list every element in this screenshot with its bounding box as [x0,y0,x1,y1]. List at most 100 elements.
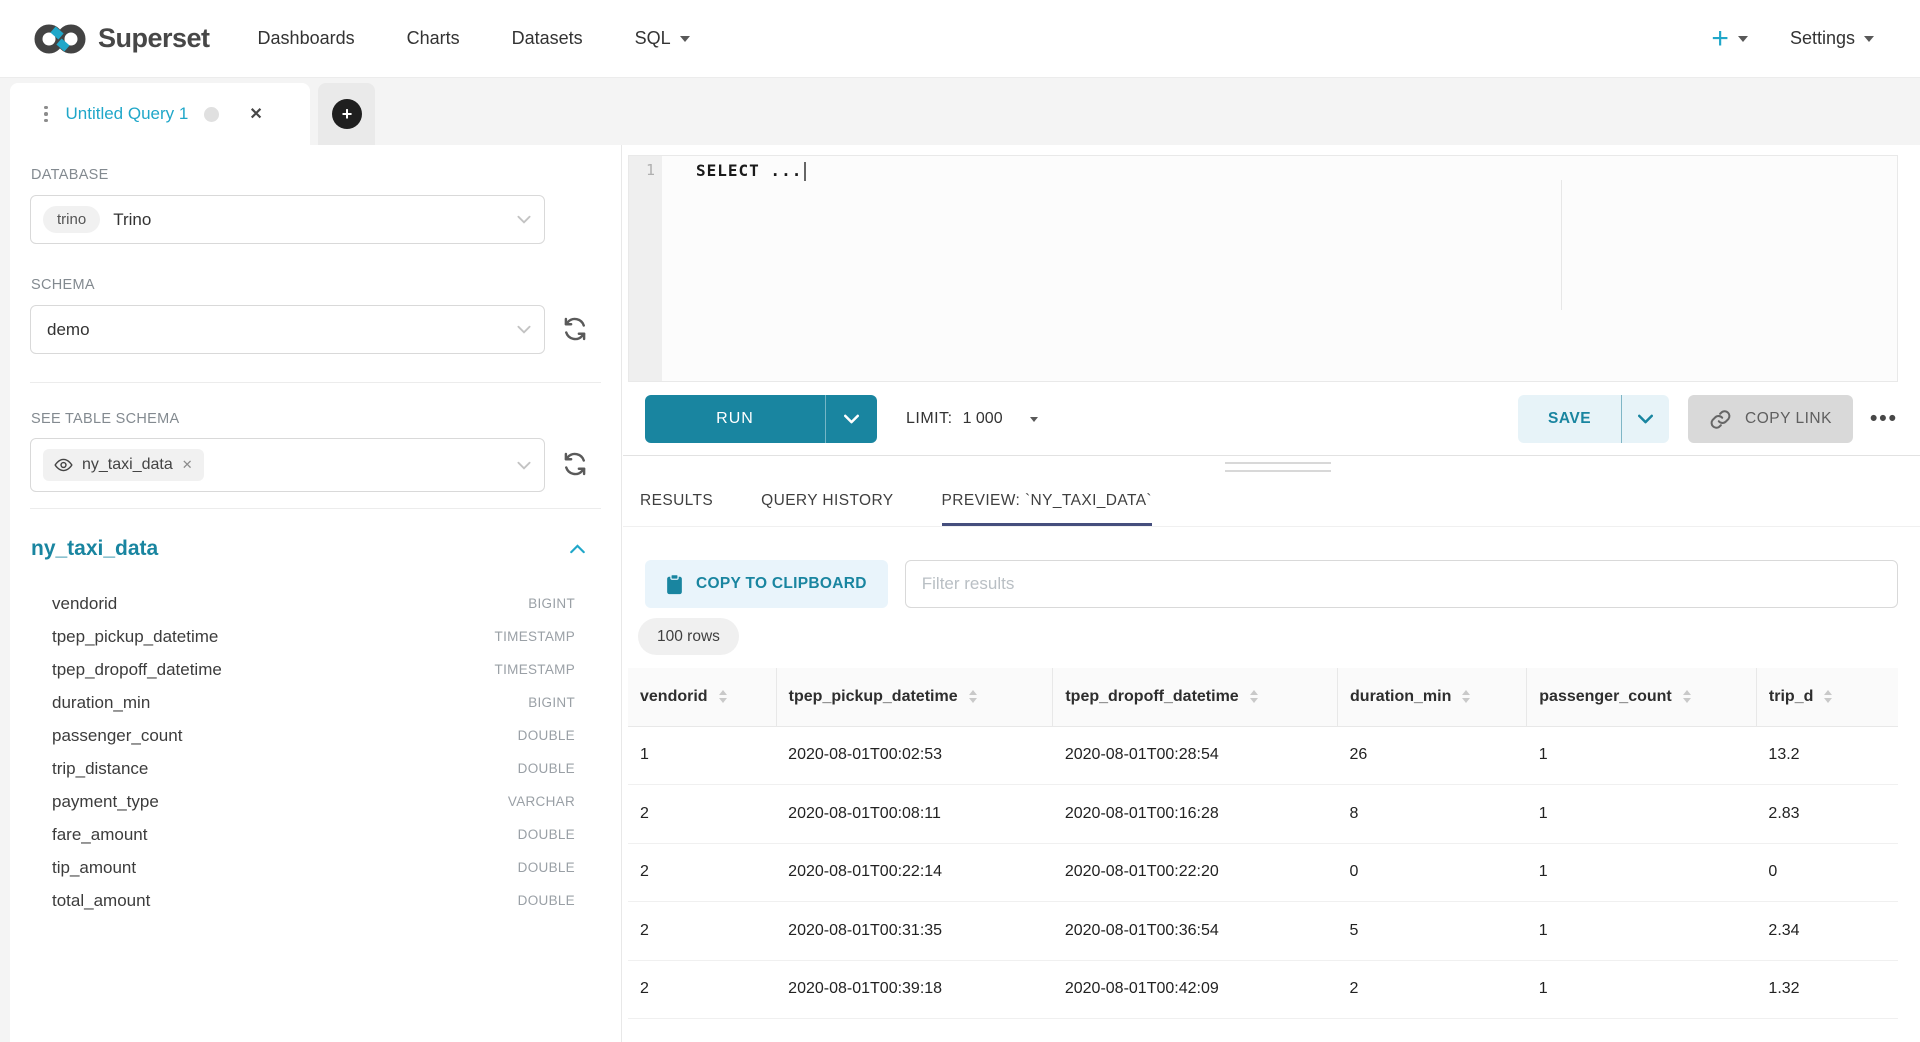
table-row[interactable]: 22020-08-01T00:31:352020-08-01T00:36:545… [628,902,1898,961]
column-type: DOUBLE [518,893,575,908]
column-name: passenger_count [52,726,182,746]
sort-icon[interactable] [1462,690,1470,703]
drag-handle-icon[interactable] [44,106,48,123]
new-query-tab-button[interactable]: + [332,99,362,129]
editor-toolbar: RUN LIMIT: 1 000 SAVE [645,395,1898,443]
copy-link-button[interactable]: COPY LINK [1688,395,1853,443]
table-row[interactable]: 22020-08-01T00:39:182020-08-01T00:42:092… [628,960,1898,1019]
sort-icon[interactable] [719,690,727,703]
table-tag-label: ny_taxi_data [82,456,173,474]
table-cell: 2020-08-01T00:31:35 [776,902,1053,961]
new-item-button[interactable]: + [1711,24,1748,54]
schema-columns-list: vendoridBIGINTtpep_pickup_datetimeTIMEST… [10,587,621,917]
table-row[interactable]: 22020-08-01T00:08:112020-08-01T00:16:288… [628,785,1898,844]
eye-icon [54,458,73,472]
remove-table-icon[interactable]: ✕ [182,457,193,473]
schema-column-row[interactable]: tpep_dropoff_datetimeTIMESTAMP [10,653,621,686]
limit-dropdown[interactable]: LIMIT: 1 000 [906,410,1038,428]
brand-name: Superset [98,23,210,54]
superset-logo[interactable]: Superset [0,22,210,56]
table-cell: 2 [628,785,776,844]
plus-icon: + [1711,24,1729,54]
chevron-up-icon[interactable] [570,544,585,554]
table-row[interactable]: 22020-08-01T00:22:142020-08-01T00:22:200… [628,843,1898,902]
column-name: payment_type [52,792,159,812]
copy-to-clipboard-button[interactable]: COPY TO CLIPBOARD [645,560,888,608]
filter-results-input[interactable] [905,560,1898,608]
schema-column-row[interactable]: fare_amountDOUBLE [10,818,621,851]
table-cell: 1.32 [1756,960,1898,1019]
run-button-label[interactable]: RUN [645,395,825,443]
column-header-passenger_count[interactable]: passenger_count [1527,668,1757,726]
nav-item-dashboards[interactable]: Dashboards [258,28,355,49]
database-select[interactable]: trino Trino [30,195,545,244]
nav-item-label: Datasets [512,28,583,49]
run-button[interactable]: RUN [645,395,877,443]
chevron-down-icon [1638,414,1653,424]
settings-label: Settings [1790,28,1855,49]
schema-select[interactable]: demo [30,305,545,354]
sql-lab-main: 1 SELECT ... RUN LIMIT: 1 000 SAVE [623,145,1920,1042]
more-options-icon[interactable]: ••• [1870,407,1898,431]
column-header-trip_d[interactable]: trip_d [1756,668,1898,726]
table-name-heading[interactable]: ny_taxi_data [31,537,158,561]
caret-up-icon [1824,690,1832,695]
results-tab-label: RESULTS [640,492,713,510]
chevron-down-icon [517,325,531,334]
table-cell: 2.83 [1756,785,1898,844]
sort-icon[interactable] [1250,690,1258,703]
database-type-badge: trino [43,206,100,233]
sort-icon[interactable] [1683,690,1691,703]
refresh-table-schema-icon[interactable] [561,450,591,480]
refresh-schema-icon[interactable] [561,315,591,345]
sql-code-line[interactable]: SELECT ... [662,161,806,181]
nav-item-datasets[interactable]: Datasets [512,28,583,49]
column-name: tpep_pickup_datetime [52,627,218,647]
column-header-inner: tpep_dropoff_datetime [1065,688,1337,706]
caret-up-icon [969,690,977,695]
schema-column-row[interactable]: payment_typeVARCHAR [10,785,621,818]
save-button[interactable]: SAVE [1518,395,1669,443]
schema-column-row[interactable]: tpep_pickup_datetimeTIMESTAMP [10,620,621,653]
table-row[interactable]: 12020-08-01T00:02:532020-08-01T00:28:542… [628,726,1898,785]
left-gutter [0,145,10,1042]
nav-item-sql[interactable]: SQL [635,28,690,49]
caret-down-icon [1030,417,1038,422]
column-type: DOUBLE [518,827,575,842]
table-schema-select[interactable]: ny_taxi_data ✕ [30,438,545,492]
see-table-schema-label: SEE TABLE SCHEMA [31,411,180,427]
schema-column-row[interactable]: vendoridBIGINT [10,587,621,620]
table-cell: 1 [628,726,776,785]
column-type: DOUBLE [518,761,575,776]
sql-editor[interactable]: 1 SELECT ... [628,155,1898,382]
column-header-vendorid[interactable]: vendorid [628,668,776,726]
results-tab-query-history[interactable]: QUERY HISTORY [761,475,893,526]
column-header-tpep_dropoff_datetime[interactable]: tpep_dropoff_datetime [1053,668,1338,726]
results-tab-preview[interactable]: PREVIEW: `NY_TAXI_DATA` [942,475,1152,526]
table-cell: 2020-08-01T00:22:14 [776,843,1053,902]
column-header-label: passenger_count [1539,688,1671,706]
schema-column-row[interactable]: tip_amountDOUBLE [10,851,621,884]
close-tab-icon[interactable]: ✕ [249,104,262,124]
results-table-wrap[interactable]: vendoridtpep_pickup_datetime tpep_dropoff… [628,668,1898,1019]
results-tab-results[interactable]: RESULTS [640,475,713,526]
save-button-label[interactable]: SAVE [1518,395,1621,443]
save-options-button[interactable] [1621,395,1669,443]
sort-icon[interactable] [969,690,977,703]
nav-item-charts[interactable]: Charts [407,28,460,49]
run-options-button[interactable] [825,395,877,443]
schema-column-row[interactable]: passenger_countDOUBLE [10,719,621,752]
column-type: TIMESTAMP [495,662,575,677]
query-tab-title: Untitled Query 1 [66,104,189,124]
column-header-tpep_pickup_datetime[interactable]: tpep_pickup_datetime [776,668,1053,726]
schema-column-row[interactable]: trip_distanceDOUBLE [10,752,621,785]
query-tab[interactable]: Untitled Query 1 ✕ [10,83,310,145]
settings-menu[interactable]: Settings [1790,28,1874,49]
sort-icon[interactable] [1824,690,1832,703]
table-cell: 2020-08-01T00:02:53 [776,726,1053,785]
schema-column-row[interactable]: total_amountDOUBLE [10,884,621,917]
table-cell: 8 [1338,785,1527,844]
results-tab-label: QUERY HISTORY [761,492,893,510]
schema-column-row[interactable]: duration_minBIGINT [10,686,621,719]
column-header-duration_min[interactable]: duration_min [1338,668,1527,726]
